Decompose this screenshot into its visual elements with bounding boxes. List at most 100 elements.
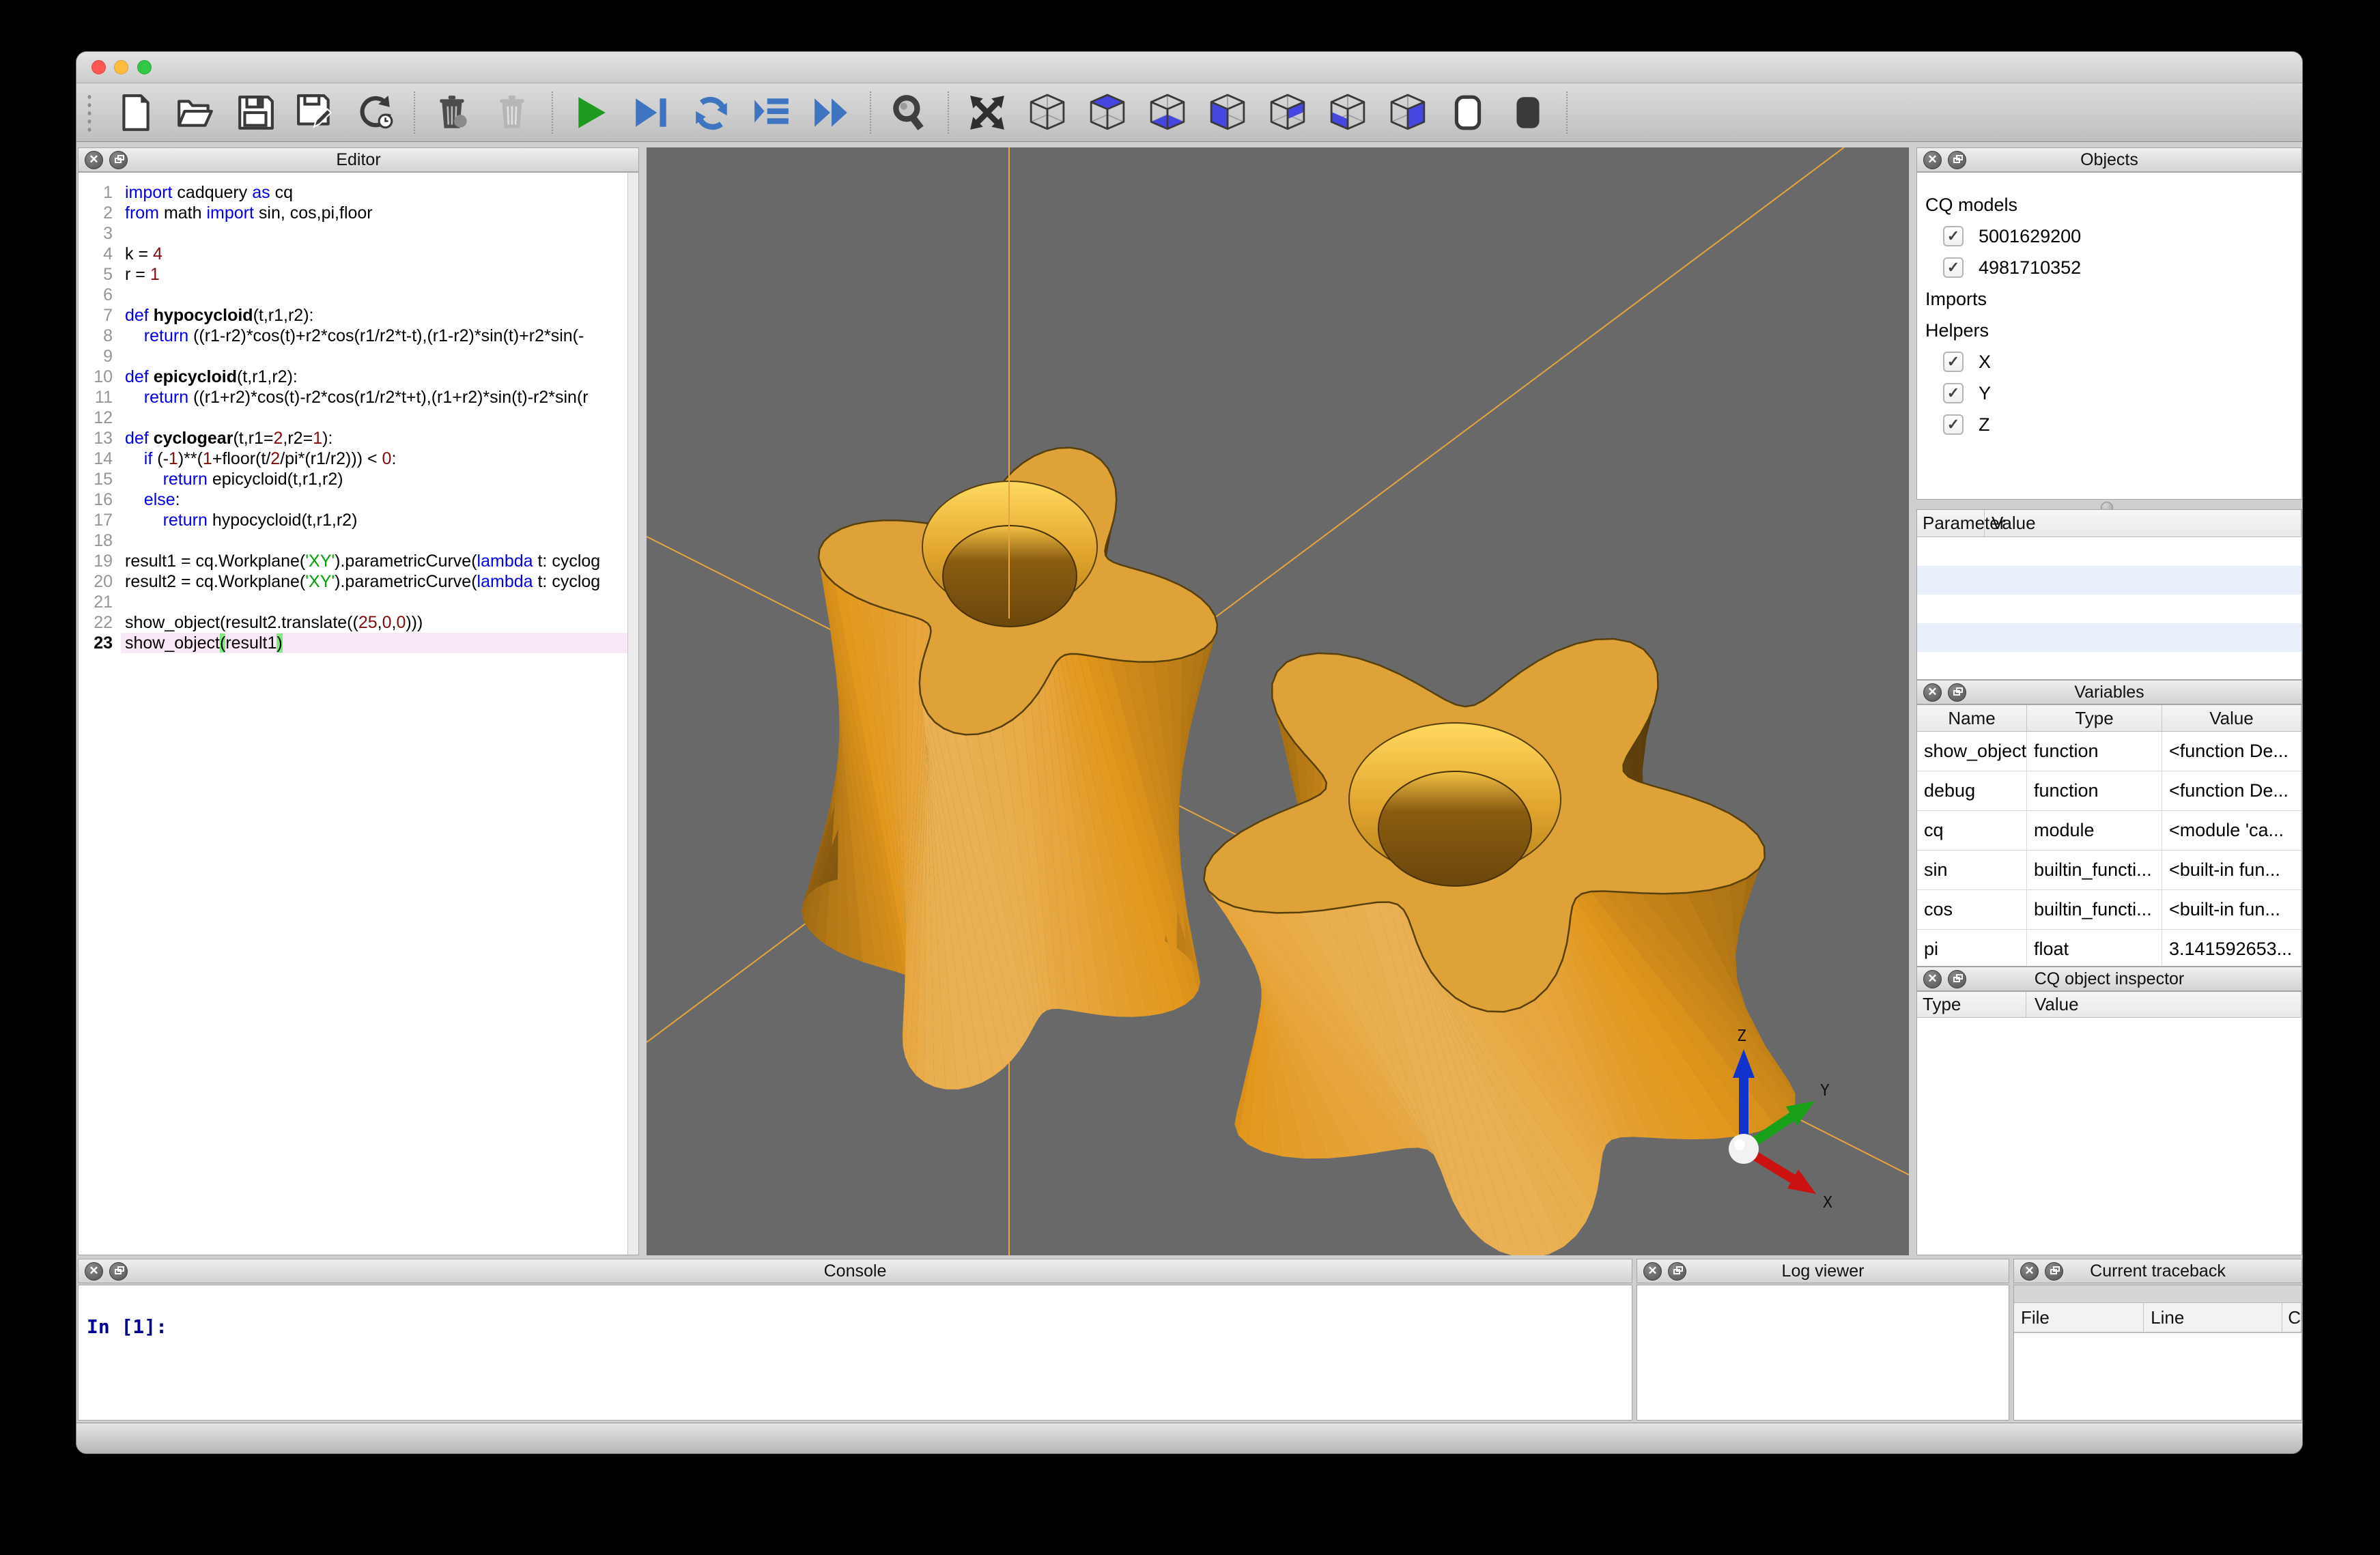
- visibility-checkbox[interactable]: ✓: [1943, 352, 1964, 372]
- variable-row-show_object[interactable]: show_objectfunction<function De...: [1917, 732, 2301, 771]
- editor-line-4[interactable]: 4k = 4: [79, 244, 638, 264]
- variables-name-col-header[interactable]: Name: [1917, 705, 2027, 731]
- variables-panel-title: Variables: [1917, 683, 2301, 702]
- inspector-value-col-header[interactable]: Value: [2026, 992, 2301, 1017]
- objects-tree[interactable]: CQ models✓5001629200✓4981710352ImportsHe…: [1916, 172, 2302, 500]
- traceback-code-col-header[interactable]: C: [2282, 1303, 2301, 1332]
- front-view-button[interactable]: [1206, 91, 1249, 134]
- close-window-button[interactable]: [91, 60, 106, 74]
- iso-view-button[interactable]: [1026, 91, 1068, 134]
- toolbar: [76, 83, 2302, 142]
- variable-row-pi[interactable]: pifloat3.141592653...: [1917, 930, 2301, 967]
- value-col-header[interactable]: Value: [1985, 510, 2301, 537]
- tree-item-4981710352[interactable]: ✓4981710352: [1923, 252, 2301, 283]
- editor-line-20[interactable]: 20result2 = cq.Workplane('XY').parametri…: [79, 571, 638, 592]
- editor-line-13[interactable]: 13def cyclogear(t,r1=2,r2=1):: [79, 428, 638, 448]
- tree-item-x[interactable]: ✓X: [1923, 346, 2301, 377]
- inspect-zoom-button[interactable]: [888, 91, 931, 134]
- 3d-viewport[interactable]: Z Y X: [647, 147, 1909, 1255]
- zoom-window-button[interactable]: [137, 60, 152, 74]
- variables-table[interactable]: Name Type Value show_objectfunction<func…: [1916, 704, 2302, 967]
- continue-button[interactable]: [810, 91, 853, 134]
- editor-line-16[interactable]: 16 else:: [79, 489, 638, 510]
- editor-line-18[interactable]: 18: [79, 530, 638, 551]
- restart-button[interactable]: [690, 91, 733, 134]
- console-area[interactable]: In [1]:: [78, 1285, 1632, 1421]
- editor-line-5[interactable]: 5r = 1: [79, 264, 638, 285]
- editor-scrollbar[interactable]: [627, 173, 638, 1255]
- parameter-table[interactable]: Parameter Value: [1916, 509, 2302, 680]
- toolbar-separator: [414, 91, 415, 134]
- editor-line-21[interactable]: 21: [79, 592, 638, 612]
- step-button[interactable]: [750, 91, 793, 134]
- tree-item-cq-models[interactable]: CQ models: [1923, 189, 2301, 220]
- debug-button[interactable]: [630, 91, 672, 134]
- save-button[interactable]: [234, 91, 277, 134]
- render-button[interactable]: [570, 91, 612, 134]
- new-file-button[interactable]: [114, 91, 156, 134]
- inspector-type-col-header[interactable]: Type: [1917, 992, 2026, 1017]
- wireframe-button[interactable]: [1447, 91, 1489, 134]
- editor-line-12[interactable]: 12: [79, 408, 638, 428]
- reload-button[interactable]: [354, 91, 397, 134]
- variable-name: cos: [1917, 890, 2027, 929]
- editor-line-14[interactable]: 14 if (-1)**(1+floor(t/2/pi*(r1/r2))) < …: [79, 448, 638, 469]
- triad-y-label: Y: [1820, 1082, 1830, 1100]
- variable-row-cos[interactable]: cosbuiltin_functi...<built-in fun...: [1917, 890, 2301, 930]
- parameter-empty-row: [1917, 595, 2301, 623]
- clear-all-button[interactable]: [492, 91, 535, 134]
- editor-line-17[interactable]: 17 return hypocycloid(t,r1,r2): [79, 510, 638, 530]
- top-view-button[interactable]: [1086, 91, 1129, 134]
- variables-type-col-header[interactable]: Type: [2027, 705, 2162, 731]
- editor-line-22[interactable]: 22show_object(result2.translate((25,0,0)…: [79, 612, 638, 633]
- traceback-file-col-header[interactable]: File: [2014, 1303, 2144, 1332]
- tree-item-imports[interactable]: Imports: [1923, 283, 2301, 315]
- editor-line-3[interactable]: 3: [79, 223, 638, 244]
- visibility-checkbox[interactable]: ✓: [1943, 226, 1964, 246]
- visibility-checkbox[interactable]: ✓: [1943, 414, 1964, 435]
- tree-item-label: Y: [1979, 383, 1991, 404]
- save-as-button[interactable]: [294, 91, 337, 134]
- visibility-checkbox[interactable]: ✓: [1943, 257, 1964, 278]
- fit-view-button[interactable]: [966, 91, 1008, 134]
- editor-line-2[interactable]: 2from math import sin, cos,pi,floor: [79, 203, 638, 223]
- shaded-button[interactable]: [1507, 91, 1549, 134]
- editor-line-23[interactable]: 23show_object(result1): [79, 633, 638, 653]
- left-view-button[interactable]: [1327, 91, 1369, 134]
- editor-line-8[interactable]: 8 return ((r1-r2)*cos(t)+r2*cos(r1/r2*t-…: [79, 326, 638, 346]
- line-number: 17: [79, 510, 121, 530]
- bottom-view-button[interactable]: [1146, 91, 1189, 134]
- editor-line-10[interactable]: 10def epicycloid(t,r1,r2):: [79, 367, 638, 387]
- editor-line-1[interactable]: 1import cadquery as cq: [79, 182, 638, 203]
- inspector-table[interactable]: Type Value: [1916, 991, 2302, 1255]
- tree-item-z[interactable]: ✓Z: [1923, 409, 2301, 440]
- back-view-button[interactable]: [1266, 91, 1309, 134]
- tree-item-helpers[interactable]: Helpers: [1923, 315, 2301, 346]
- title-bar[interactable]: [76, 52, 2302, 83]
- traceback-table[interactable]: File Line C: [2013, 1285, 2302, 1421]
- tree-item-y[interactable]: ✓Y: [1923, 377, 2301, 409]
- variable-row-debug[interactable]: debugfunction<function De...: [1917, 771, 2301, 811]
- delete-object-button[interactable]: [432, 91, 474, 134]
- editor-line-9[interactable]: 9: [79, 346, 638, 367]
- log-area[interactable]: [1637, 1285, 2009, 1421]
- variable-row-sin[interactable]: sinbuiltin_functi...<built-in fun...: [1917, 851, 2301, 890]
- parameter-empty-row: [1917, 623, 2301, 652]
- variable-row-cq[interactable]: cqmodule<module 'ca...: [1917, 811, 2301, 851]
- open-file-button[interactable]: [174, 91, 216, 134]
- line-number: 13: [79, 428, 121, 448]
- code-editor[interactable]: 1import cadquery as cq2from math import …: [78, 172, 639, 1255]
- minimize-window-button[interactable]: [114, 60, 128, 74]
- traceback-line-col-header[interactable]: Line: [2144, 1303, 2282, 1332]
- editor-line-19[interactable]: 19result1 = cq.Workplane('XY').parametri…: [79, 551, 638, 571]
- right-view-button[interactable]: [1387, 91, 1429, 134]
- editor-line-11[interactable]: 11 return ((r1+r2)*cos(t)-r2*cos(r1/r2*t…: [79, 387, 638, 408]
- editor-line-7[interactable]: 7def hypocycloid(t,r1,r2):: [79, 305, 638, 326]
- visibility-checkbox[interactable]: ✓: [1943, 383, 1964, 403]
- tree-item-5001629200[interactable]: ✓5001629200: [1923, 220, 2301, 252]
- editor-line-15[interactable]: 15 return epicycloid(t,r1,r2): [79, 469, 638, 489]
- editor-line-6[interactable]: 6: [79, 285, 638, 305]
- toolbar-drag-handle[interactable]: [86, 93, 93, 132]
- parameter-col-header[interactable]: Parameter: [1917, 510, 1985, 537]
- variables-value-col-header[interactable]: Value: [2162, 705, 2301, 731]
